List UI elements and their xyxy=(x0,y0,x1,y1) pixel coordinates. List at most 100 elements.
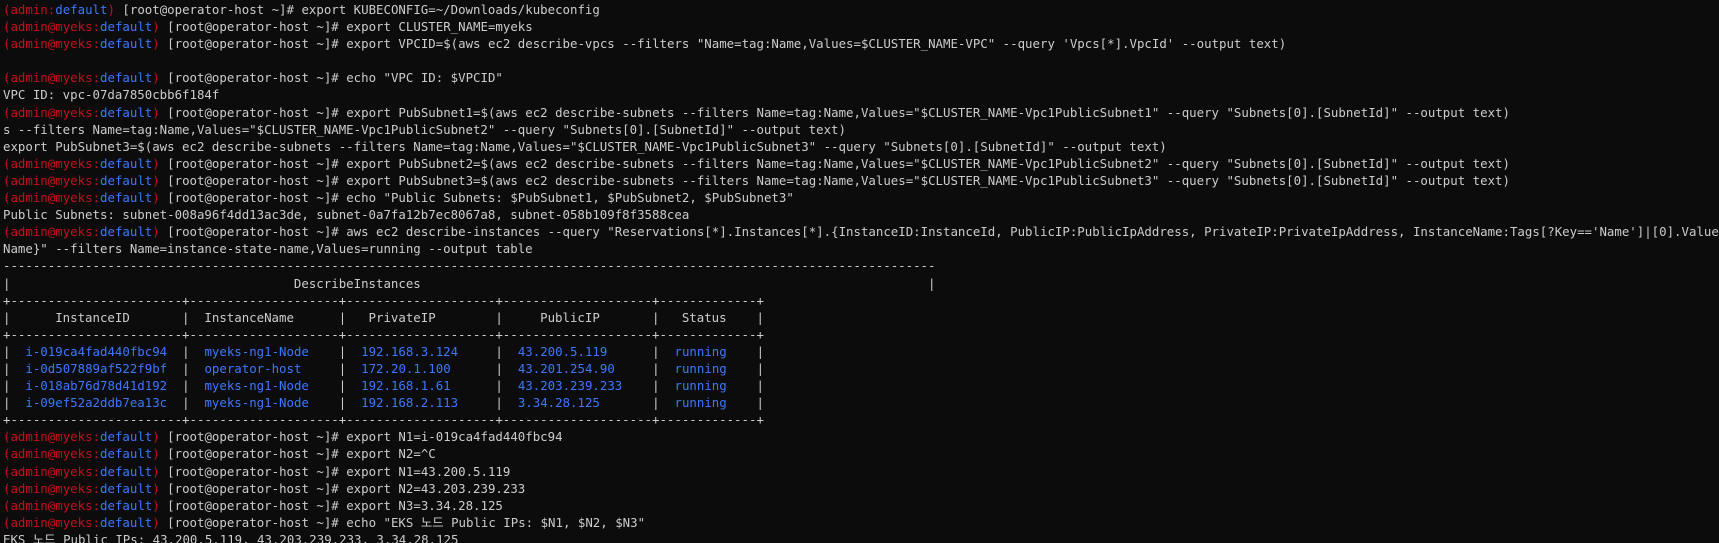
table-pad xyxy=(660,344,675,359)
table-pad xyxy=(10,344,25,359)
table-pad xyxy=(346,378,361,393)
output-text: +-----------------------+---------------… xyxy=(3,326,764,342)
table-pad xyxy=(167,361,182,376)
command-text: echo "EKS 노드 Public IPs: $N1, $N2, $N3" xyxy=(346,514,646,530)
output-line: +-----------------------+---------------… xyxy=(3,326,1719,343)
prompt-colon: : xyxy=(92,429,101,445)
prompt-line: (admin:default) [root@operator-host ~]# … xyxy=(3,1,1719,18)
prompt-user: admin xyxy=(10,190,48,206)
prompt-paren-close: ) xyxy=(152,155,160,171)
table-cell: myeks-ng1-Node xyxy=(204,343,309,359)
table-pad xyxy=(309,395,339,410)
output-text: VPC ID: vpc-07da7850cbb6f184f xyxy=(3,87,220,103)
prompt-cluster: myeks xyxy=(55,104,93,120)
table-border: | xyxy=(652,343,660,359)
table-border: | xyxy=(495,360,503,376)
table-cell: 192.168.2.113 xyxy=(361,395,459,411)
table-pad xyxy=(458,344,495,359)
table-cell: operator-host xyxy=(204,360,302,376)
prompt-cluster: myeks xyxy=(55,224,93,240)
table-pad xyxy=(503,361,518,376)
table-cell: 172.20.1.100 xyxy=(361,360,451,376)
prompt-colon: : xyxy=(92,224,101,240)
command-text: export N3=3.34.28.125 xyxy=(346,497,503,513)
prompt-line: (admin@myeks:default) [root@operator-hos… xyxy=(3,445,1719,462)
table-pad xyxy=(167,344,182,359)
prompt-host: [root@operator-host ~]# xyxy=(159,463,347,479)
prompt-user: admin xyxy=(10,514,48,530)
output-line: VPC ID: vpc-07da7850cbb6f184f xyxy=(3,86,1719,103)
prompt-line: (admin@myeks:default) [root@operator-hos… xyxy=(3,463,1719,480)
prompt-cluster: myeks xyxy=(55,429,93,445)
prompt-paren-close: ) xyxy=(152,429,160,445)
table-pad xyxy=(622,378,652,393)
prompt-paren-close: ) xyxy=(152,70,160,86)
table-pad xyxy=(451,361,496,376)
prompt-namespace: default xyxy=(100,446,153,462)
table-border: | xyxy=(756,343,765,359)
prompt-user: admin xyxy=(10,104,48,120)
table-border: | xyxy=(495,343,503,359)
prompt-paren-close: ) xyxy=(152,19,160,35)
table-border: | xyxy=(652,395,660,411)
prompt-user: admin xyxy=(10,19,48,35)
prompt-host: [root@operator-host ~]# xyxy=(159,155,347,171)
terminal-window[interactable]: (admin:default) [root@operator-host ~]# … xyxy=(0,0,1719,543)
prompt-namespace: default xyxy=(100,463,153,479)
prompt-line: (admin@myeks:default) [root@operator-hos… xyxy=(3,172,1719,189)
prompt-host: [root@operator-host ~]# xyxy=(159,224,347,240)
prompt-cluster: myeks xyxy=(55,190,93,206)
prompt-host: [root@operator-host ~]# xyxy=(159,514,347,530)
table-pad xyxy=(10,395,25,410)
prompt-host: [root@operator-host ~]# xyxy=(159,104,347,120)
prompt-cluster: myeks xyxy=(55,70,93,86)
prompt-colon: : xyxy=(92,172,101,188)
table-border: | xyxy=(182,395,190,411)
table-cell: 192.168.1.61 xyxy=(361,378,451,394)
command-text: echo "VPC ID: $VPCID" xyxy=(346,70,503,86)
command-text: export PubSubnet3=$(aws ec2 describe-sub… xyxy=(346,172,1510,188)
prompt-line: (admin@myeks:default) [root@operator-hos… xyxy=(3,155,1719,172)
prompt-host: [root@operator-host ~]# xyxy=(159,19,347,35)
prompt-namespace: default xyxy=(100,224,153,240)
table-border: | xyxy=(495,378,503,394)
prompt-paren-close: ) xyxy=(152,104,160,120)
table-pad xyxy=(190,344,205,359)
prompt-namespace: default xyxy=(100,190,153,206)
prompt-colon: : xyxy=(92,19,101,35)
prompt-paren-close: ) xyxy=(152,480,160,496)
output-text: ----------------------------------------… xyxy=(3,258,936,274)
prompt-colon: : xyxy=(92,514,101,530)
table-row: | i-019ca4fad440fbc94 | myeks-ng1-Node |… xyxy=(3,343,1719,360)
output-line: | InstanceID | InstanceName | PrivateIP … xyxy=(3,309,1719,326)
prompt-line: (admin@myeks:default) [root@operator-hos… xyxy=(3,189,1719,206)
table-pad xyxy=(660,378,675,393)
prompt-user: admin xyxy=(10,463,48,479)
table-pad xyxy=(10,361,25,376)
prompt-colon: : xyxy=(92,190,101,206)
prompt-user: admin xyxy=(10,172,48,188)
prompt-namespace: default xyxy=(55,2,108,17)
table-pad xyxy=(10,378,25,393)
table-cell: 43.200.5.119 xyxy=(517,343,608,359)
prompt-cluster: myeks xyxy=(55,36,93,52)
prompt-paren-close: ) xyxy=(107,2,115,17)
prompt-colon: : xyxy=(92,463,101,479)
prompt-user: admin xyxy=(10,497,48,513)
prompt-cluster: myeks xyxy=(55,497,93,513)
output-line: Public Subnets: subnet-008a96f4dd13ac3de… xyxy=(3,206,1719,223)
table-pad xyxy=(301,361,338,376)
prompt-namespace: default xyxy=(100,155,153,171)
prompt-user: admin xyxy=(10,480,48,496)
table-pad xyxy=(503,344,518,359)
prompt-cluster: myeks xyxy=(55,155,93,171)
prompt-namespace: default xyxy=(100,480,153,496)
prompt-user: admin xyxy=(10,446,48,462)
prompt-line: (admin@myeks:default) [root@operator-hos… xyxy=(3,428,1719,445)
table-pad xyxy=(167,395,182,410)
prompt-cluster: myeks xyxy=(55,19,93,35)
prompt-namespace: default xyxy=(100,514,153,530)
output-line: +-----------------------+---------------… xyxy=(3,292,1719,309)
table-cell: running xyxy=(674,343,727,359)
table-border: | xyxy=(495,395,503,411)
